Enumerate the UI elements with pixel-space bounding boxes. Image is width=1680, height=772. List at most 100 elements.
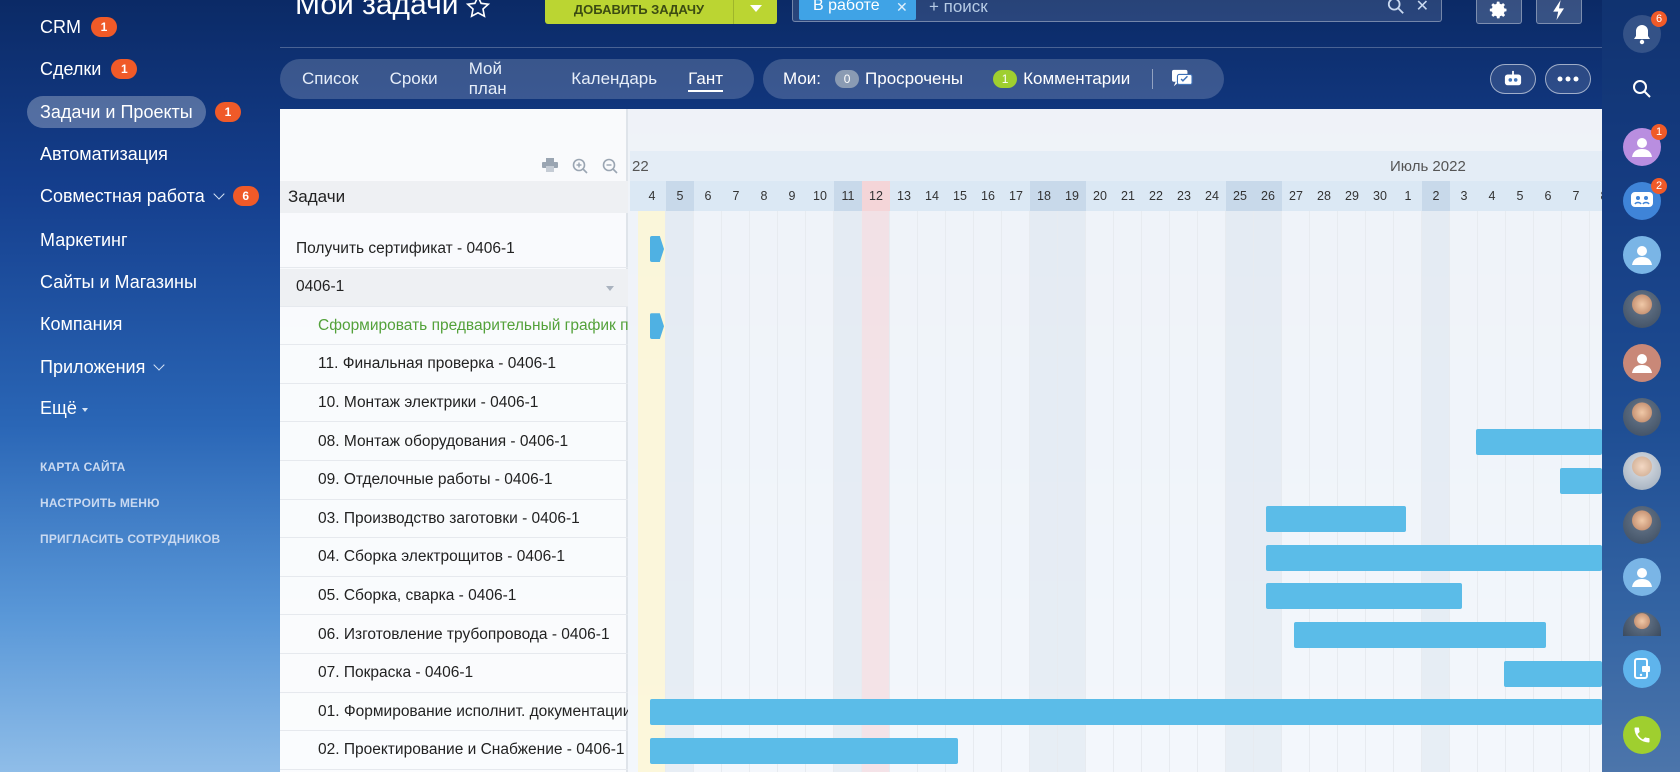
task-bar[interactable] [1266, 506, 1406, 533]
task-row[interactable]: 03. Производство заготовки - 0406-1 [280, 500, 628, 539]
add-task-button[interactable]: ДОБАВИТЬ ЗАДАЧУ [545, 0, 777, 24]
avatar-photo-3[interactable] [1623, 290, 1661, 328]
task-row[interactable]: Получить сертификат - 0406-1 [280, 230, 628, 268]
avatar-photo-9[interactable] [1623, 612, 1661, 636]
caret-down-icon [81, 407, 88, 412]
task-bar[interactable] [1560, 467, 1602, 494]
sidebar-item-deals[interactable]: Сделки 1 [27, 53, 150, 85]
sidebar-item-marketing[interactable]: Маркетинг [27, 224, 141, 256]
day-label: 10 [813, 189, 827, 203]
configure-menu-link[interactable]: НАСТРОИТЬ МЕНЮ [40, 496, 160, 510]
sidebar-item-company[interactable]: Компания [27, 308, 135, 340]
search-icon[interactable] [1387, 0, 1405, 15]
close-icon[interactable]: ✕ [896, 0, 908, 16]
more-options-button[interactable] [1545, 64, 1591, 94]
avatar-photo-5[interactable] [1623, 398, 1661, 436]
quick-actions-button[interactable] [1536, 0, 1582, 24]
filter-chip[interactable]: В работе ✕ [799, 0, 916, 20]
day-label: 12 [862, 181, 890, 211]
tab-deadlines[interactable]: Сроки [390, 67, 438, 91]
group-chat-button[interactable]: 2 [1623, 178, 1667, 220]
avatar-1[interactable]: 1 [1623, 124, 1667, 166]
task-row[interactable]: 08. Монтаж оборудования - 0406-1 [280, 423, 628, 461]
task-row[interactable]: 04. Сборка электрощитов - 0406-1 [280, 539, 628, 577]
sidebar-item-label: Сделки [40, 58, 102, 79]
chat-icon[interactable] [1171, 69, 1193, 89]
task-row[interactable]: 05. Сборка, сварка - 0406-1 [280, 577, 628, 616]
sidebar-item-label: Задачи и Проекты [40, 101, 193, 122]
overdue-count[interactable]: 0 [835, 70, 860, 88]
task-label: 08. Монтаж оборудования - 0406-1 [318, 432, 569, 450]
tab-my-plan[interactable]: Мой план [469, 57, 541, 101]
task-row[interactable]: 06. Изготовление трубопровода - 0406-1 [280, 616, 628, 654]
sidebar-item-more[interactable]: Ещё [27, 392, 101, 424]
invite-employees-link[interactable]: ПРИГЛАСИТЬ СОТРУДНИКОВ [40, 532, 220, 546]
overdue-label[interactable]: Просрочены [865, 69, 963, 89]
collapse-arrow-icon[interactable] [606, 285, 614, 291]
task-bar[interactable] [650, 737, 958, 764]
task-row[interactable]: 01. Формирование исполнит. документации [280, 693, 628, 732]
notifications-badge: 6 [1651, 11, 1667, 27]
page-title: Мои задачи [295, 0, 459, 21]
avatar-8[interactable] [1623, 558, 1661, 596]
settings-button[interactable] [1476, 0, 1522, 24]
robots-button[interactable] [1490, 64, 1536, 94]
mobile-app-button[interactable] [1623, 650, 1661, 688]
sidebar-item-sites[interactable]: Сайты и Магазины [27, 266, 210, 298]
sitemap-link[interactable]: КАРТА САЙТА [40, 460, 126, 474]
task-row[interactable]: Сформировать предварительный график п [280, 307, 628, 346]
global-search-button[interactable] [1623, 70, 1661, 108]
sidebar-item-collaboration[interactable]: Совместная работа 6 [27, 180, 272, 212]
sidebar-item-automation[interactable]: Автоматизация [27, 138, 181, 170]
counter-badge: 6 [232, 186, 259, 206]
avatar-2[interactable] [1623, 236, 1661, 274]
user-icon [1632, 246, 1652, 265]
task-bar[interactable] [1266, 544, 1602, 571]
avatar-photo-6[interactable] [1623, 452, 1661, 490]
task-bar[interactable] [1504, 660, 1602, 687]
grid-column [1030, 211, 1058, 772]
day-label: 5 [1516, 189, 1524, 203]
month-label-left: 22 [632, 158, 649, 175]
tab-gantt[interactable]: Гант [688, 67, 723, 92]
day-label: 27 [1289, 189, 1303, 203]
task-row[interactable]: 02. Проектирование и Снабжение - 0406-1 [280, 732, 628, 770]
zoom-out-icon[interactable] [602, 158, 618, 174]
task-bar[interactable] [1294, 622, 1546, 648]
task-row[interactable]: 09. Отделочные работы - 0406-1 [280, 462, 628, 500]
task-label: 02. Проектирование и Снабжение - 0406-1 [318, 741, 625, 759]
task-bar[interactable] [650, 699, 1602, 726]
grid-column [1366, 211, 1394, 772]
day-label: 18 [1030, 181, 1058, 211]
task-bar[interactable] [1476, 429, 1602, 455]
task-row[interactable]: 11. Финальная проверка - 0406-1 [280, 346, 628, 384]
tab-list[interactable]: Список [302, 67, 359, 91]
task-bar[interactable] [1266, 583, 1462, 610]
month-label-right: Июль 2022 [1390, 158, 1466, 175]
comments-label[interactable]: Комментарии [1023, 69, 1130, 89]
avatar-4[interactable] [1623, 344, 1661, 382]
day-label: 8 [760, 189, 768, 203]
comments-count[interactable]: 1 [993, 70, 1018, 88]
call-button[interactable] [1623, 716, 1661, 754]
sidebar-item-tasks[interactable]: Задачи и Проекты [27, 96, 206, 128]
sidebar-item-apps[interactable]: Приложения [27, 351, 176, 383]
user-icon [1632, 354, 1652, 373]
star-icon[interactable] [465, 0, 491, 20]
day-label: 1 [1404, 189, 1412, 203]
task-label: 07. Покраска - 0406-1 [318, 664, 474, 682]
search-input[interactable]: В работе ✕ + поиск ✕ [792, 0, 1442, 22]
task-group-row[interactable]: 0406-1 [280, 268, 628, 307]
avatar-photo-7[interactable] [1623, 506, 1661, 544]
clear-icon[interactable]: ✕ [1416, 0, 1429, 16]
notifications-button[interactable]: 6 [1623, 11, 1667, 53]
print-icon[interactable] [542, 158, 558, 172]
sidebar-item-label: CRM [40, 16, 81, 37]
tab-calendar[interactable]: Календарь [571, 67, 657, 91]
add-task-dropdown[interactable] [733, 0, 777, 24]
task-row[interactable]: 10. Монтаж электрики - 0406-1 [280, 384, 628, 423]
sidebar-item-crm[interactable]: CRM 1 [27, 11, 130, 43]
gantt-tools [542, 158, 618, 174]
zoom-in-icon[interactable] [572, 158, 588, 174]
task-row[interactable]: 07. Покраска - 0406-1 [280, 655, 628, 693]
